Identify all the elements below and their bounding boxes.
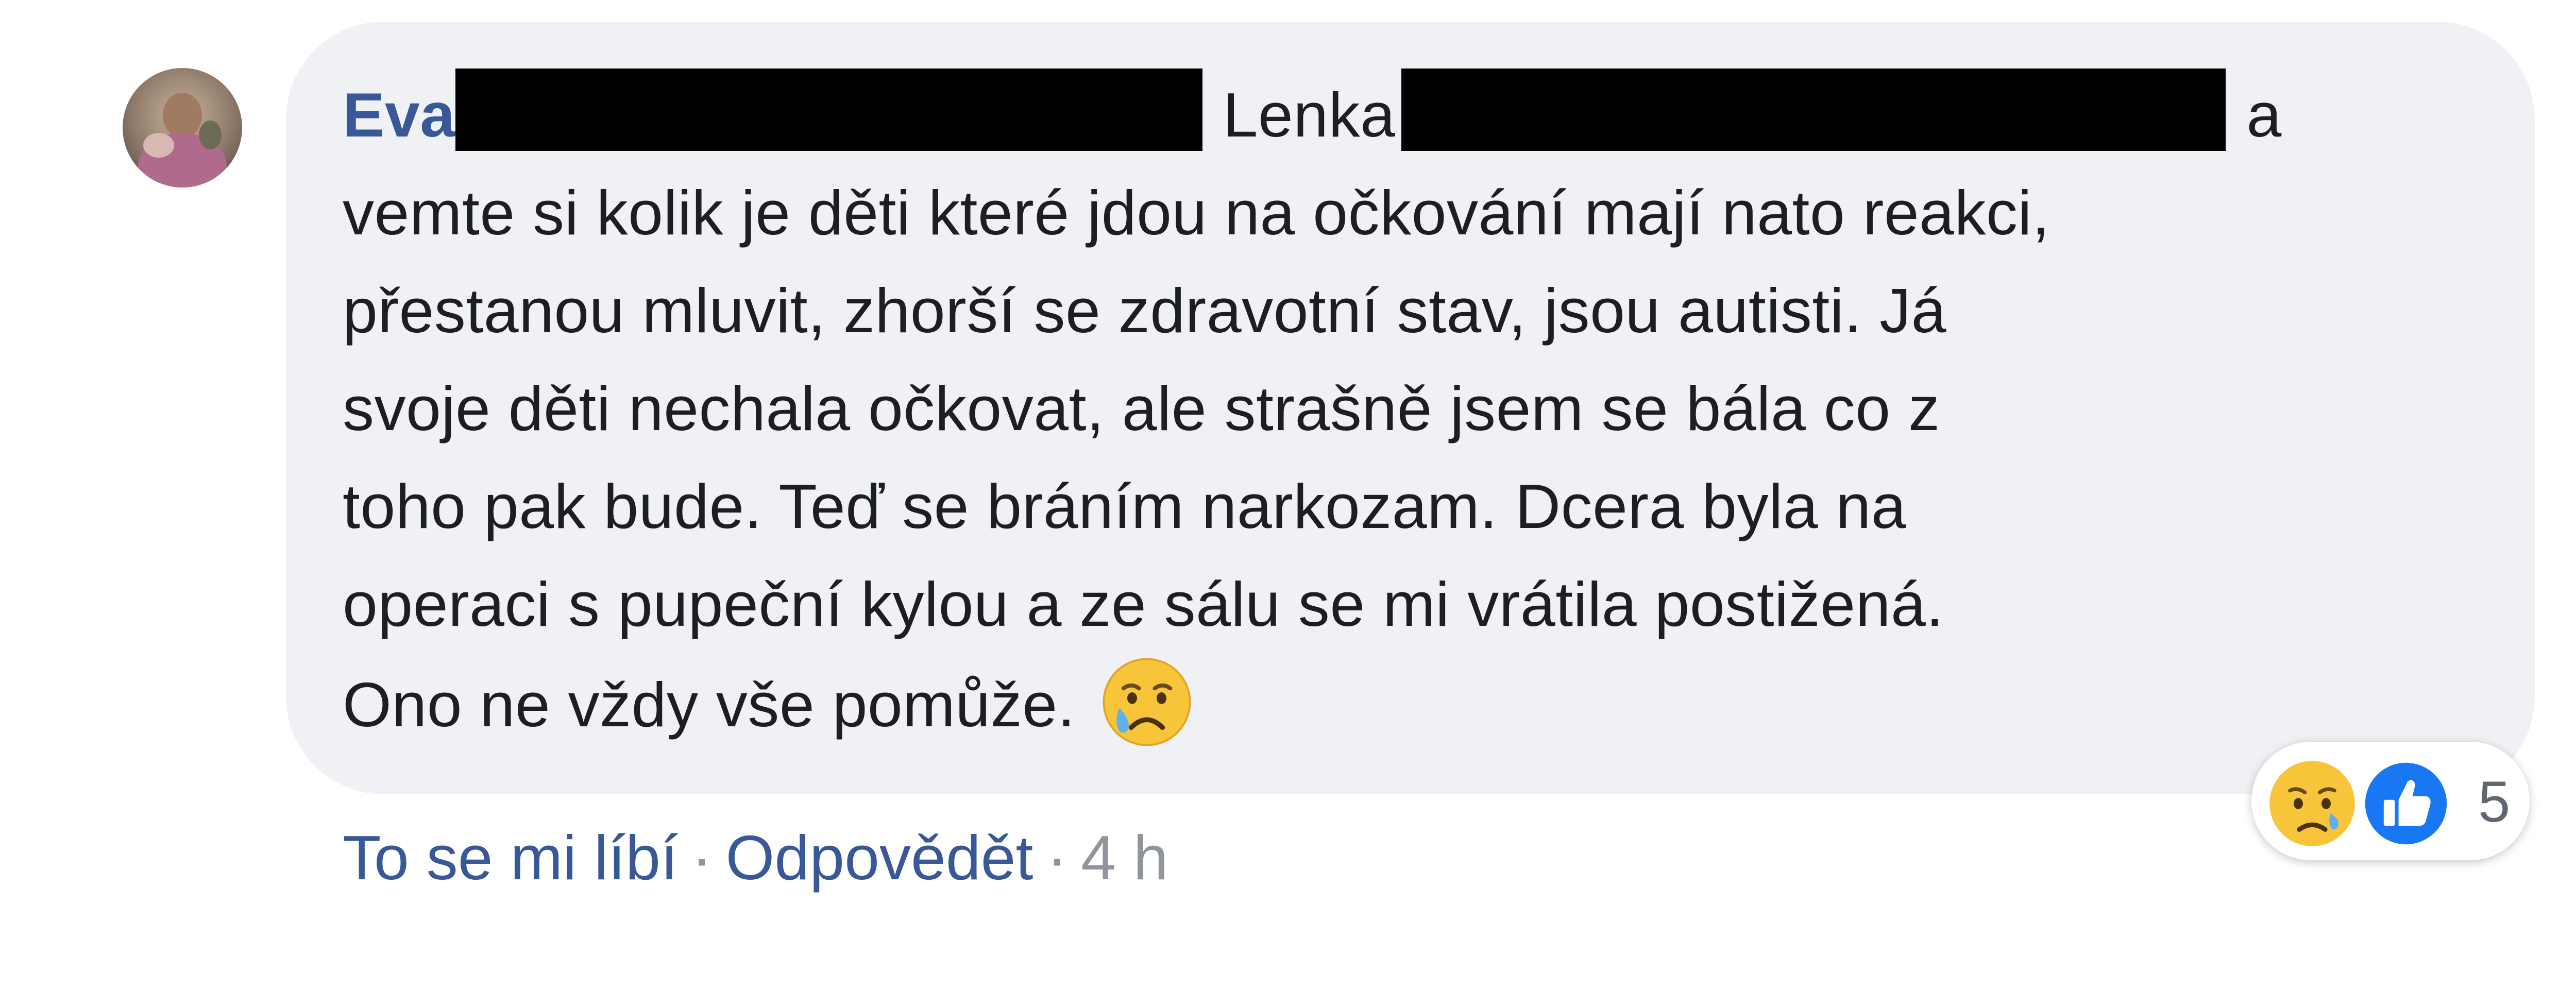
redacted-mention-surname [1401,69,2226,151]
redacted-surname [455,69,1202,151]
like-reaction-icon [2361,759,2451,848]
comment-line: vemte si kolik je děti které jdou na očk… [343,178,2050,248]
comment-line: operaci s pupeční kylou a ze sálu se mi … [343,569,1944,639]
sad-reaction-icon [2269,761,2355,846]
comment-author[interactable]: Eva [343,80,455,150]
reactions-summary[interactable]: 5 [2251,742,2530,860]
comment-line-1-tail: a [2246,80,2282,150]
separator: · [691,823,713,893]
crying-face-icon [1103,658,1191,746]
reaction-count: 5 [2478,770,2511,834]
comment-line: toho pak bude. Teď se bráním narkozam. D… [343,471,1907,541]
reply-link[interactable]: Odpovědět [726,823,1033,893]
avatar-image [123,68,242,187]
mentioned-user[interactable]: Lenka [1223,80,1396,150]
like-link[interactable]: To se mi líbí [343,823,678,893]
comment-actions: To se mi líbí · Odpovědět · 4 h [343,816,1168,899]
timestamp[interactable]: 4 h [1081,823,1168,893]
avatar[interactable] [123,68,242,187]
comment-line: Ono ne vždy vše pomůže. [343,670,1076,740]
comment-line: přestanou mluvit, zhorší se zdravotní st… [343,276,1947,346]
comment-body: Eva Lenka a vemte si kolik je děti které j… [343,66,2512,754]
comment-line: svoje děti nechala očkovat, ale strašně … [343,373,1940,444]
separator: · [1046,823,1068,893]
